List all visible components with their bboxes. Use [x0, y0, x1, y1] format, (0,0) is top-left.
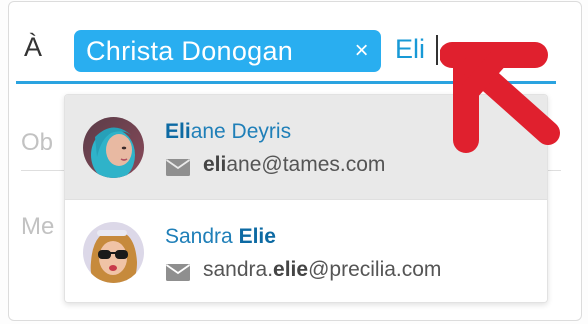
suggestion-item[interactable]: Sandra Elie sandra.elie@precilia.com: [65, 200, 547, 302]
recipient-chip-name: Christa Donogan: [86, 35, 294, 66]
to-label: À: [24, 32, 43, 62]
mail-icon: [166, 264, 190, 281]
chip-remove-icon[interactable]: ×: [353, 39, 371, 63]
mail-icon: [166, 159, 190, 176]
text-caret: [436, 35, 438, 65]
suggestion-name: Eliane Deyris: [165, 120, 292, 143]
subject-field[interactable]: Ob: [21, 129, 53, 157]
suggestion-name: Sandra Elie: [165, 225, 276, 248]
avatar: [83, 222, 144, 283]
recipient-chip[interactable]: Christa Donogan ×: [74, 30, 381, 72]
suggestion-email: sandra.elie@precilia.com: [203, 258, 442, 281]
message-field[interactable]: Me: [21, 213, 54, 241]
avatar: [83, 117, 144, 178]
red-arrow-pointer-icon: [440, 42, 560, 153]
suggestion-email: eliane@tames.com: [203, 153, 386, 176]
